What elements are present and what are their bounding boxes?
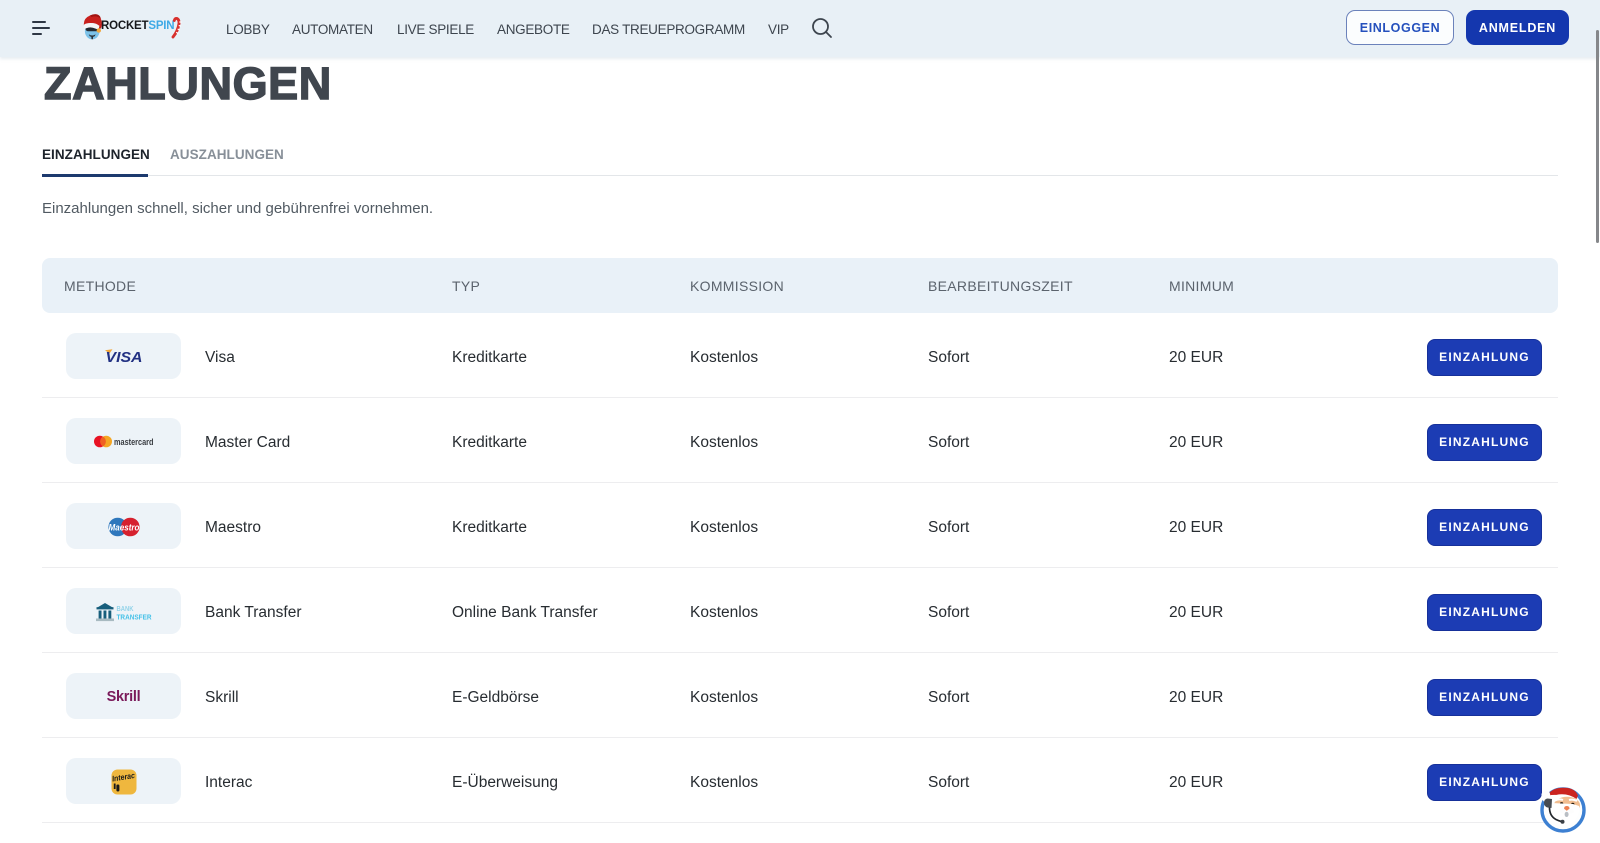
svg-text:mastercard: mastercard: [114, 437, 154, 447]
svg-text:VISA: VISA: [105, 349, 142, 364]
svg-text:BANK: BANK: [116, 604, 133, 613]
svg-text:Maestro: Maestro: [108, 522, 139, 533]
svg-text:TRANSFER: TRANSFER: [116, 613, 151, 622]
